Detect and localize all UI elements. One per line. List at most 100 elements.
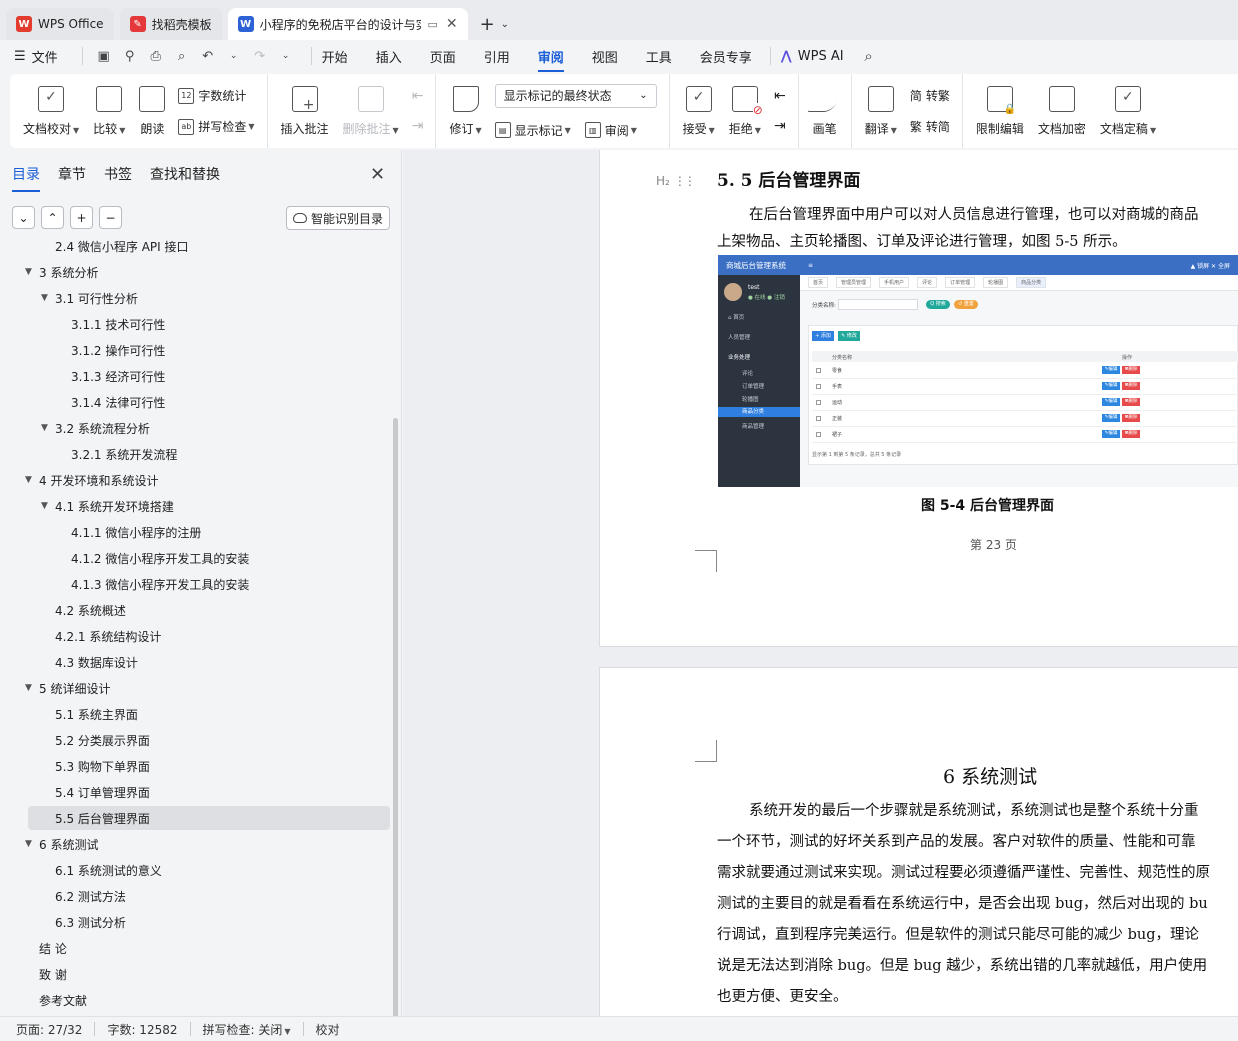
redo-icon[interactable]: ↷ bbox=[249, 49, 271, 64]
toc-item[interactable]: 5.5 后台管理界面 bbox=[28, 806, 390, 830]
pen-button[interactable]: 画笔 bbox=[805, 74, 845, 148]
heading-marker[interactable]: H₂ ⋮⋮ bbox=[656, 174, 696, 188]
close-icon[interactable]: ✕ bbox=[370, 164, 385, 185]
tab-toc[interactable]: 目录 bbox=[12, 164, 40, 192]
toc-item[interactable]: 5.2 分类展示界面 bbox=[0, 728, 392, 752]
toc-item[interactable]: ▼ 4.1 系统开发环境搭建 bbox=[0, 494, 392, 518]
tab-reference[interactable]: 引用 bbox=[484, 47, 510, 66]
toc-item[interactable]: 4.2 系统概述 bbox=[0, 598, 392, 622]
search-icon[interactable]: ⌕ bbox=[858, 47, 880, 65]
restrict-edit-button[interactable]: 限制编辑 bbox=[969, 74, 1031, 148]
toc-item[interactable]: 3.1.4 法律可行性 bbox=[0, 390, 392, 414]
toc-item[interactable]: ▼ 3.1 可行性分析 bbox=[0, 286, 392, 310]
print-icon[interactable]: ⎙ bbox=[145, 49, 167, 64]
toc-item[interactable]: 4.1.3 微信小程序开发工具的安装 bbox=[0, 572, 392, 596]
toc-item[interactable]: 5.3 购物下单界面 bbox=[0, 754, 392, 778]
toc-item[interactable]: 2.4 微信小程序 API 接口 bbox=[0, 240, 392, 258]
spell-check-indicator[interactable]: 拼写检查: 关闭 ▼ bbox=[203, 1021, 291, 1038]
tab-review[interactable]: 审阅 bbox=[537, 47, 564, 72]
toc-item[interactable]: ▼ 5 统详细设计 bbox=[0, 676, 392, 700]
collapse-arrow-icon[interactable]: ▼ bbox=[25, 683, 39, 693]
markup-state-select[interactable]: 显示标记的最终状态 ⌄ bbox=[494, 83, 657, 108]
tab-tools[interactable]: 工具 bbox=[646, 47, 672, 66]
file-menu[interactable]: ☰ 文件 bbox=[14, 47, 58, 66]
tab-bookmarks[interactable]: 书签 bbox=[104, 164, 132, 192]
chevron-up-icon[interactable]: ⌃ bbox=[41, 206, 64, 229]
word-count-indicator[interactable]: 字数: 12582 bbox=[107, 1021, 177, 1038]
toc-item[interactable]: 致 谢 bbox=[0, 962, 392, 986]
doc-check-button[interactable]: 文档校对▼ bbox=[16, 74, 86, 148]
tab-member[interactable]: 会员专享 bbox=[700, 47, 752, 66]
encrypt-button[interactable]: 文档加密 bbox=[1031, 74, 1093, 148]
toc-item[interactable]: ▼ 4 开发环境和系统设计 bbox=[0, 468, 392, 492]
collapse-arrow-icon[interactable]: ▼ bbox=[41, 293, 55, 303]
toc-item[interactable]: 4.3 数据库设计 bbox=[0, 650, 392, 674]
plus-icon[interactable]: + bbox=[70, 206, 93, 229]
tab-sections[interactable]: 章节 bbox=[58, 164, 86, 192]
delete-comment-button[interactable]: 删除批注 ▼ bbox=[336, 74, 406, 148]
toc-item[interactable]: 结 论 bbox=[0, 936, 392, 960]
finalize-button[interactable]: 文档定稿▼ bbox=[1093, 74, 1163, 148]
chevron-down-icon[interactable]: ⌄ bbox=[223, 51, 245, 61]
smart-toc-button[interactable]: 智能识别目录 bbox=[286, 206, 390, 230]
toc-item[interactable]: 3.1.1 技术可行性 bbox=[0, 312, 392, 336]
tab-find-replace[interactable]: 查找和替换 bbox=[150, 164, 220, 192]
next-comment-icon[interactable]: ⇥ bbox=[412, 118, 424, 134]
toc-item[interactable]: 3.2.1 系统开发流程 bbox=[0, 442, 392, 466]
toc-item[interactable]: 6.2 测试方法 bbox=[0, 884, 392, 908]
chevron-down-icon[interactable]: ⌄ bbox=[12, 206, 35, 229]
collapse-arrow-icon[interactable]: ▼ bbox=[25, 839, 39, 849]
insert-comment-button[interactable]: 插入批注 bbox=[274, 74, 336, 148]
review-pane-button[interactable]: ▥ 审阅 ▼ bbox=[584, 122, 637, 139]
chevron-down-icon[interactable]: ⌄ bbox=[275, 51, 297, 61]
tab-page[interactable]: 页面 bbox=[430, 47, 456, 66]
toc-item[interactable]: ▼ 3.2 系统流程分析 bbox=[0, 416, 392, 440]
minus-icon[interactable]: − bbox=[99, 206, 122, 229]
drag-handle-icon[interactable]: ⋮⋮ bbox=[674, 174, 696, 188]
chevron-down-icon[interactable]: ⌄ bbox=[501, 19, 509, 30]
collapse-arrow-icon[interactable]: ▼ bbox=[25, 267, 39, 277]
tab-document[interactable]: W 小程序的免税店平台的设计与实 ▭ ✕ bbox=[227, 8, 468, 40]
toc-item[interactable]: 4.2.1 系统结构设计 bbox=[0, 624, 392, 648]
toc-item[interactable]: 3.1.2 操作可行性 bbox=[0, 338, 392, 362]
previous-comment-icon[interactable]: ⇤ bbox=[412, 88, 424, 104]
tab-view[interactable]: 视图 bbox=[592, 47, 618, 66]
toc-item[interactable]: ▼ 3 系统分析 bbox=[0, 260, 392, 284]
read-aloud-button[interactable]: 朗读 bbox=[132, 74, 172, 148]
tab-insert[interactable]: 插入 bbox=[376, 47, 402, 66]
toc-scrollbar[interactable] bbox=[393, 418, 398, 1018]
page-indicator[interactable]: 页面: 27/32 bbox=[16, 1021, 82, 1038]
collapse-arrow-icon[interactable]: ▼ bbox=[25, 475, 39, 485]
compare-button[interactable]: 比较 ▼ bbox=[86, 74, 132, 148]
undo-icon[interactable]: ↶ bbox=[197, 49, 219, 64]
next-revision-icon[interactable]: ⇥ bbox=[774, 118, 786, 134]
previous-revision-icon[interactable]: ⇤ bbox=[774, 88, 786, 104]
tab-wps-office[interactable]: W WPS Office bbox=[6, 8, 114, 40]
tab-template[interactable]: ✎ 找稻壳模板 bbox=[119, 8, 222, 40]
revise-button[interactable]: 修订 ▼ bbox=[442, 74, 488, 148]
collapse-arrow-icon[interactable]: ▼ bbox=[41, 501, 55, 511]
accept-button[interactable]: 接受▼ bbox=[676, 74, 722, 148]
share-icon[interactable]: ⚲ bbox=[119, 49, 141, 64]
spell-check-button[interactable]: ab 拼写检查 ▼ bbox=[178, 118, 255, 135]
toc-item[interactable]: ▼ 6 系统测试 bbox=[0, 832, 392, 856]
word-count-button[interactable]: 12 字数统计 bbox=[178, 87, 254, 104]
tab-home[interactable]: 开始 bbox=[322, 47, 348, 66]
toc-item[interactable]: 3.1.3 经济可行性 bbox=[0, 364, 392, 388]
new-tab-button[interactable]: + ⌄ bbox=[474, 8, 515, 40]
proofread-indicator[interactable]: 校对 bbox=[316, 1021, 340, 1038]
show-markup-button[interactable]: ▤ 显示标记 ▼ bbox=[494, 122, 571, 139]
toc-item[interactable]: 参考文献 bbox=[0, 988, 392, 1012]
to-simplified-button[interactable]: 繁 转简 bbox=[910, 118, 950, 135]
close-icon[interactable]: ✕ bbox=[446, 16, 458, 32]
toc-item[interactable]: 4.1.1 微信小程序的注册 bbox=[0, 520, 392, 544]
collapse-arrow-icon[interactable]: ▼ bbox=[41, 423, 55, 433]
toc-item[interactable]: 5.4 订单管理界面 bbox=[0, 780, 392, 804]
monitor-icon[interactable]: ▭ bbox=[427, 18, 437, 31]
reject-button[interactable]: 拒绝▼ bbox=[722, 74, 768, 148]
toc-item[interactable]: 4.1.2 微信小程序开发工具的安装 bbox=[0, 546, 392, 570]
toc-item[interactable]: 6.3 测试分析 bbox=[0, 910, 392, 934]
toc-item[interactable]: 6.1 系统测试的意义 bbox=[0, 858, 392, 882]
translate-button[interactable]: 翻译 ▼ bbox=[858, 74, 904, 148]
print-preview-icon[interactable]: ⌕ bbox=[171, 49, 193, 64]
